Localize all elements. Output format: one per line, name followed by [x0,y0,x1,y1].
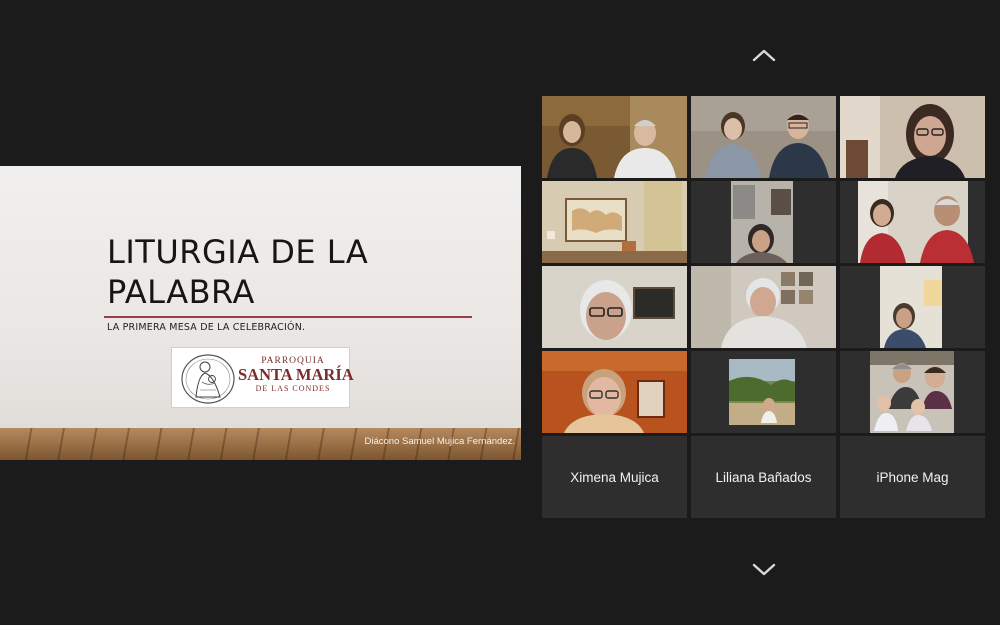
video-tile[interactable] [542,266,687,348]
video-tile[interactable] [691,181,836,263]
participant-tile-no-video[interactable]: iPhone Mag [840,436,985,518]
video-tile[interactable] [542,351,687,433]
parish-logo: PARROQUIA SANTA MARÍA DE LAS CONDES [171,347,354,408]
slide-title-line-2: PALABRA [107,273,255,311]
video-tile[interactable] [542,96,687,178]
slide-title: LITURGIA DE LA PALABRA [107,232,487,312]
participant-video [691,96,836,178]
video-tile[interactable] [840,266,985,348]
slide-subtitle: LA PRIMERA MESA DE LA CELEBRACIÓN. [107,322,306,333]
participant-video [840,351,985,433]
video-tile[interactable] [691,266,836,348]
madonna-emblem-icon [181,354,235,404]
participant-video [840,96,985,178]
participant-video [542,181,687,263]
participant-tile-no-video[interactable]: Ximena Mujica [542,436,687,518]
participant-tile-no-video[interactable]: Liliana Bañados [691,436,836,518]
video-tile[interactable] [542,181,687,263]
participant-video [840,266,985,348]
video-tile[interactable] [840,181,985,263]
video-tile[interactable] [691,351,836,433]
slide-title-line-1: LITURGIA DE LA [107,233,369,271]
shared-screen-slide: LITURGIA DE LA PALABRA LA PRIMERA MESA D… [0,166,521,460]
participant-video [840,181,985,263]
participant-video [542,266,687,348]
video-tile[interactable] [691,96,836,178]
participant-video [691,181,836,263]
logo-text: PARROQUIA SANTA MARÍA DE LAS CONDES [238,356,354,393]
participant-name: Ximena Mujica [570,469,659,485]
slide-divider [104,316,472,318]
participant-video [542,351,687,433]
video-tile[interactable] [840,351,985,433]
video-gallery: Ximena Mujica Liliana Bañados iPhone Mag [542,96,985,518]
logo-line-3: DE LAS CONDES [255,384,331,393]
video-tile[interactable] [840,96,985,178]
participant-name: Liliana Bañados [715,469,812,485]
chevron-down-icon[interactable] [752,562,776,576]
participant-name: iPhone Mag [876,469,949,485]
participant-video [691,266,836,348]
logo-line-2: SANTA MARÍA [238,365,354,384]
participant-video [691,351,836,433]
chevron-up-icon[interactable] [752,48,776,62]
participant-video [542,96,687,178]
slide-credit: Diácono Samuel Mujica Fernández. [364,436,516,447]
